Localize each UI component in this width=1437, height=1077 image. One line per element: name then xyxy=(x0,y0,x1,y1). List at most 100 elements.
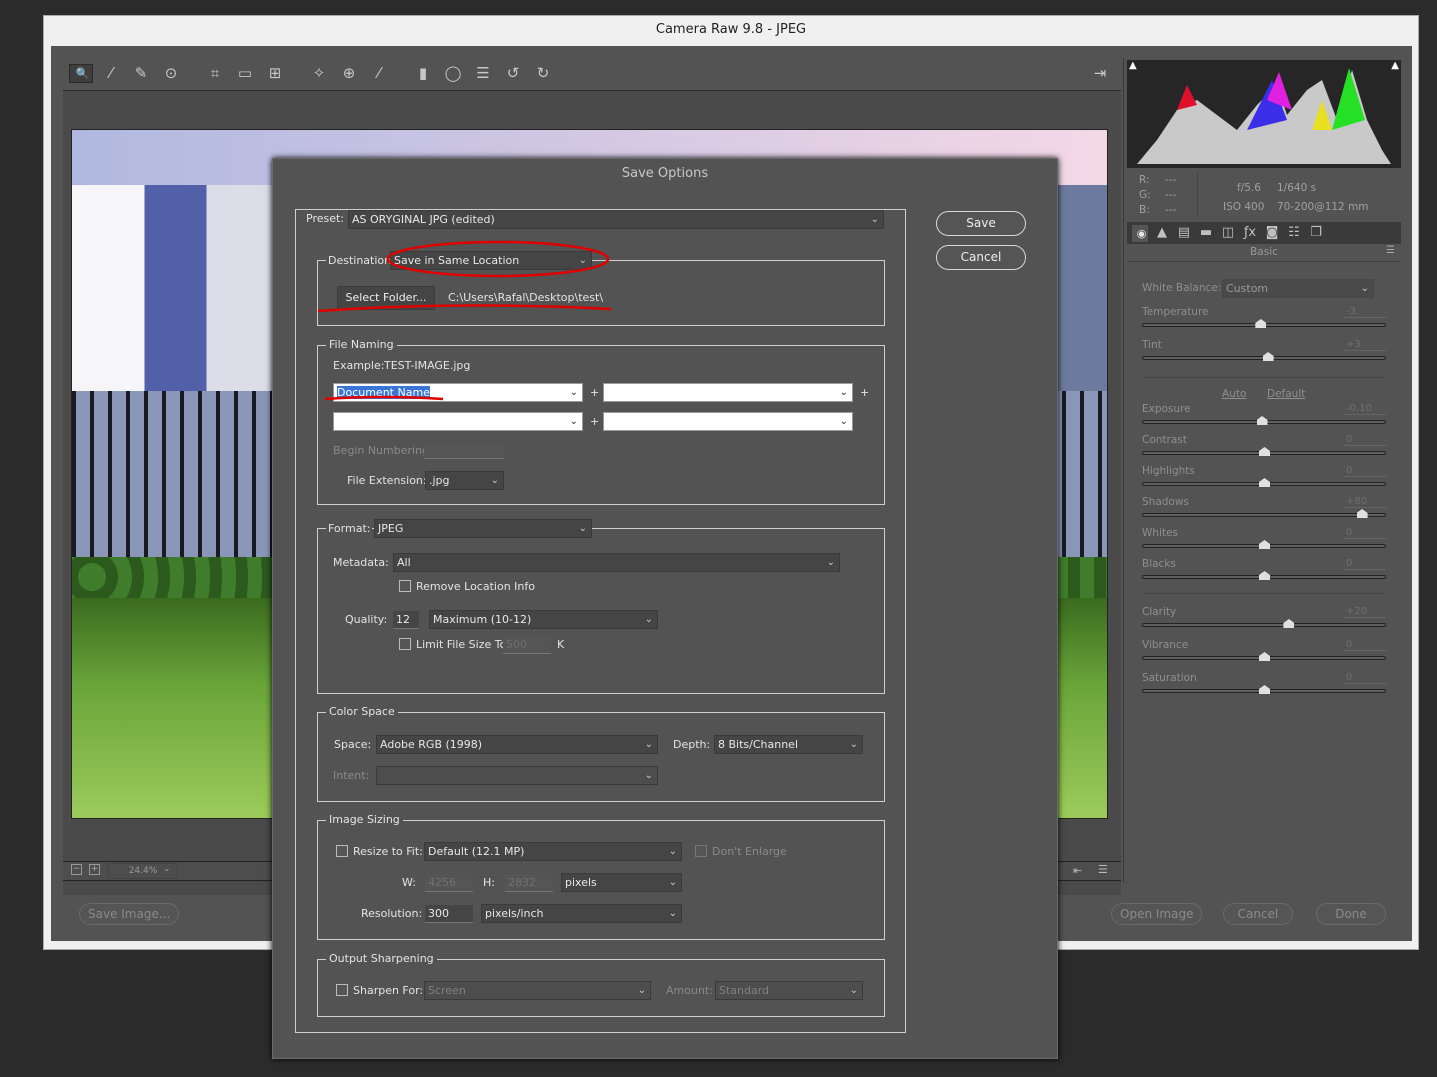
open-image-button[interactable]: Open Image xyxy=(1111,903,1203,925)
graduated-filter-icon[interactable]: ▮ xyxy=(411,62,435,84)
slider-value-input[interactable]: 0 xyxy=(1344,558,1386,570)
adjustment-brush-icon[interactable]: ⁄ xyxy=(367,62,391,84)
metadata-select[interactable]: All ⌄ xyxy=(393,553,840,572)
presets-icon[interactable]: ☷ xyxy=(1285,224,1303,242)
done-button[interactable]: Done xyxy=(1316,903,1386,925)
zoom-in-icon[interactable]: + xyxy=(89,864,100,875)
camera-calibration-icon[interactable]: ◙ xyxy=(1263,224,1281,242)
slider-value-input[interactable]: 0 xyxy=(1344,434,1386,446)
white-balance-icon[interactable]: ⁄ xyxy=(99,62,123,84)
color-sampler-icon[interactable]: ✎ xyxy=(129,62,153,84)
slider-thumb[interactable] xyxy=(1259,478,1270,487)
hsl-icon[interactable]: ▤ xyxy=(1175,224,1193,242)
slider-value-input[interactable]: +80 xyxy=(1344,496,1386,508)
default-link[interactable]: Default xyxy=(1267,388,1305,400)
highlight-clipping-icon[interactable]: ▲ xyxy=(1391,60,1399,71)
space-select[interactable]: Adobe RGB (1998) ⌄ xyxy=(376,735,658,754)
before-after-icon[interactable]: ⇤ xyxy=(1073,864,1082,877)
panel-menu-icon[interactable]: ☰ xyxy=(1386,245,1395,256)
snapshots-icon[interactable]: ❐ xyxy=(1307,224,1325,242)
slider-value-input[interactable]: -0.10 xyxy=(1344,403,1386,415)
shadow-clipping-icon[interactable]: ▲ xyxy=(1129,60,1137,71)
format-select[interactable]: JPEG ⌄ xyxy=(374,519,592,538)
resolution-unit-select[interactable]: pixels/inch ⌄ xyxy=(481,904,682,923)
naming-field-1[interactable]: Document Name ⌄ xyxy=(333,383,583,402)
cancel-button[interactable]: Cancel xyxy=(1223,903,1293,925)
resize-to-fit-checkbox[interactable] xyxy=(336,845,348,857)
resolution-input[interactable]: 300 xyxy=(425,905,473,923)
naming-field-2[interactable]: ⌄ xyxy=(603,383,853,402)
destination-group: Destination: Save in Same Location ⌄ Sele… xyxy=(317,251,885,326)
effects-icon[interactable]: ƒx xyxy=(1241,224,1259,242)
height-input[interactable]: 2832 xyxy=(505,874,553,892)
width-input[interactable]: 4256 xyxy=(425,874,473,892)
split-toning-icon[interactable]: ▬ xyxy=(1197,224,1215,242)
slider-thumb[interactable] xyxy=(1262,352,1274,361)
slider-track[interactable] xyxy=(1142,623,1386,627)
intent-select[interactable]: ⌄ xyxy=(376,766,658,785)
save-button[interactable]: Save xyxy=(936,211,1026,236)
slider-thumb[interactable] xyxy=(1255,319,1267,328)
slider-value-input[interactable]: +20 xyxy=(1344,606,1386,618)
amount-select[interactable]: Standard ⌄ xyxy=(715,981,863,1000)
slider-value-input[interactable]: 0 xyxy=(1344,527,1386,539)
crop-icon[interactable]: ⌗ xyxy=(203,62,227,84)
zoom-icon[interactable]: 🔍 xyxy=(69,63,93,83)
begin-numbering-input[interactable] xyxy=(424,441,504,459)
transform-icon[interactable]: ⊞ xyxy=(263,62,287,84)
remove-location-checkbox[interactable] xyxy=(399,580,411,592)
preset-select[interactable]: AS ORYGINAL JPG (edited) ⌄ xyxy=(348,210,884,229)
select-folder-button[interactable]: Select Folder... xyxy=(337,286,435,310)
straighten-icon[interactable]: ▭ xyxy=(233,62,257,84)
slider-thumb[interactable] xyxy=(1259,447,1270,456)
spot-removal-icon[interactable]: ✧ xyxy=(307,62,331,84)
detail-icon[interactable]: ▲ xyxy=(1153,224,1171,242)
naming-field-3[interactable]: ⌄ xyxy=(333,412,583,431)
quality-preset-select[interactable]: Maximum (10-12) ⌄ xyxy=(429,610,658,629)
slider-value-input[interactable]: 0 xyxy=(1344,465,1386,477)
limit-file-size-input[interactable]: 500 xyxy=(503,636,551,654)
size-unit-select[interactable]: pixels ⌄ xyxy=(561,873,682,892)
naming-field-4[interactable]: ⌄ xyxy=(603,412,853,431)
save-image-button[interactable]: Save Image... xyxy=(79,903,180,925)
targeted-adjustment-icon[interactable]: ⊙ xyxy=(159,62,183,84)
slider-thumb[interactable] xyxy=(1256,416,1268,425)
slider-track[interactable] xyxy=(1142,513,1386,517)
panel-title: Basic xyxy=(1127,246,1401,262)
lens-corrections-icon[interactable]: ◫ xyxy=(1219,224,1237,242)
destination-select[interactable]: Save in Same Location ⌄ xyxy=(390,251,592,270)
basic-icon[interactable]: ◉ xyxy=(1131,223,1149,243)
divider xyxy=(1142,593,1386,594)
white-balance-select[interactable]: Custom ⌄ xyxy=(1222,279,1374,298)
auto-link[interactable]: Auto xyxy=(1222,388,1246,400)
zoom-out-icon[interactable]: − xyxy=(71,864,82,875)
slider-thumb[interactable] xyxy=(1259,571,1270,580)
slider-thumb[interactable] xyxy=(1259,685,1270,694)
slider-thumb[interactable] xyxy=(1259,540,1270,549)
cancel-button[interactable]: Cancel xyxy=(936,245,1026,270)
slider-value-input[interactable]: 0 xyxy=(1344,639,1386,651)
dont-enlarge-checkbox[interactable] xyxy=(695,845,707,857)
chevron-down-icon: ⌄ xyxy=(839,416,848,427)
preview-settings-icon[interactable]: ☰ xyxy=(1098,863,1108,876)
quality-input[interactable]: 12 xyxy=(393,611,419,629)
depth-select[interactable]: 8 Bits/Channel ⌄ xyxy=(714,735,863,754)
red-eye-icon[interactable]: ⊕ xyxy=(337,62,361,84)
sharpen-for-select[interactable]: Screen ⌄ xyxy=(424,981,651,1000)
slider-thumb[interactable] xyxy=(1259,652,1270,661)
slider-thumb[interactable] xyxy=(1356,509,1368,518)
slider-value-input[interactable]: 0 xyxy=(1344,672,1386,684)
open-export-icon[interactable]: ⇥ xyxy=(1088,62,1112,84)
zoom-dropdown-chevron-icon[interactable]: ⌄ xyxy=(163,864,171,874)
rotate-left-icon[interactable]: ↺ xyxy=(501,62,525,84)
resize-to-fit-select[interactable]: Default (12.1 MP) ⌄ xyxy=(424,842,682,861)
rotate-right-icon[interactable]: ↻ xyxy=(531,62,555,84)
slider-value-input[interactable]: -3 xyxy=(1344,306,1386,318)
slider-value-input[interactable]: +3 xyxy=(1344,339,1386,351)
limit-file-size-checkbox[interactable] xyxy=(399,638,411,650)
file-extension-select[interactable]: .jpg ⌄ xyxy=(425,471,504,490)
preferences-icon[interactable]: ☰ xyxy=(471,62,495,84)
radial-filter-icon[interactable]: ◯ xyxy=(441,62,465,84)
sharpen-checkbox[interactable] xyxy=(336,984,348,996)
slider-thumb[interactable] xyxy=(1283,619,1295,628)
